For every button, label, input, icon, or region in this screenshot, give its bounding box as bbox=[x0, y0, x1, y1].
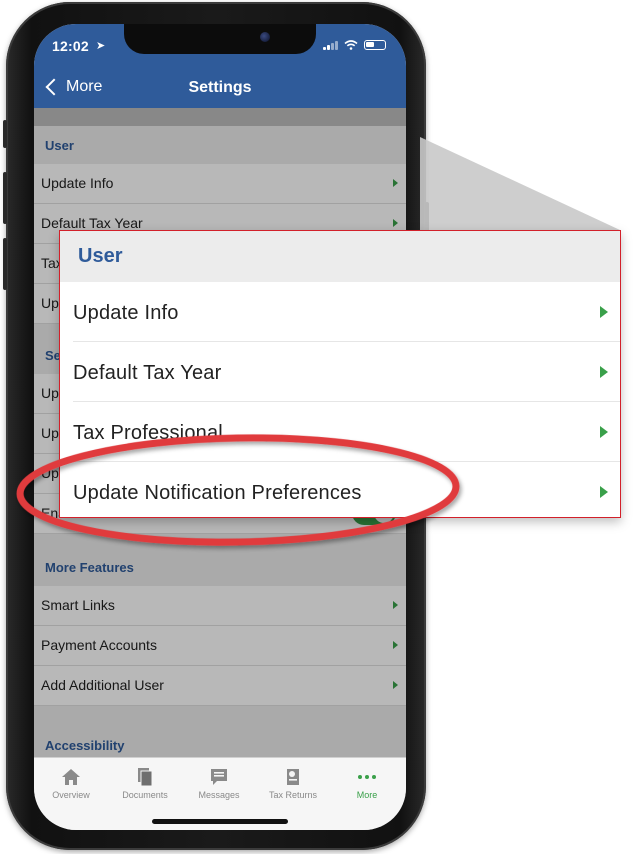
front-camera bbox=[260, 32, 270, 42]
section-header-more-features: More Features bbox=[34, 548, 406, 586]
tab-more[interactable]: More bbox=[330, 766, 404, 800]
volume-up-button bbox=[3, 172, 7, 224]
chevron-right-icon bbox=[393, 681, 398, 689]
messages-icon bbox=[182, 766, 256, 788]
cellular-signal-icon bbox=[323, 41, 338, 50]
tab-label: Tax Returns bbox=[268, 790, 318, 800]
documents-icon bbox=[108, 766, 182, 788]
list-item[interactable]: Payment Accounts bbox=[34, 626, 406, 666]
location-icon: ➤ bbox=[96, 40, 106, 52]
tab-label: Documents bbox=[122, 790, 168, 800]
tab-label: More bbox=[356, 790, 378, 800]
stage: 12:02 ➤ More Settings User Update Info D… bbox=[0, 0, 633, 854]
tab-label: Messages bbox=[198, 790, 240, 800]
chevron-right-icon bbox=[600, 426, 608, 438]
home-icon bbox=[34, 766, 108, 788]
status-icons bbox=[323, 40, 386, 50]
notch bbox=[124, 24, 316, 54]
callout-item-default-tax-year[interactable]: Default Tax Year bbox=[73, 342, 620, 402]
section-header-user: User bbox=[34, 126, 406, 164]
tab-messages[interactable]: Messages bbox=[182, 766, 256, 800]
more-dots-icon bbox=[330, 766, 404, 788]
status-time: 12:02 bbox=[52, 38, 89, 54]
section-gap bbox=[34, 706, 406, 726]
tab-tax-returns[interactable]: Tax Returns bbox=[256, 766, 330, 800]
zoom-callout: User Update Info Default Tax Year Tax Pr… bbox=[59, 230, 621, 518]
wifi-icon bbox=[344, 40, 358, 50]
chevron-right-icon bbox=[393, 179, 398, 187]
callout-section-header: User bbox=[60, 231, 620, 282]
battery-icon bbox=[364, 40, 386, 50]
chevron-right-icon bbox=[600, 366, 608, 378]
tab-overview[interactable]: Overview bbox=[34, 766, 108, 800]
list-item[interactable]: Smart Links bbox=[34, 586, 406, 626]
tax-returns-icon bbox=[256, 766, 330, 788]
tab-documents[interactable]: Documents bbox=[108, 766, 182, 800]
chevron-right-icon bbox=[393, 601, 398, 609]
callout-item-update-info[interactable]: Update Info bbox=[73, 282, 620, 342]
mute-switch bbox=[3, 120, 7, 148]
chevron-right-icon bbox=[600, 486, 608, 498]
tab-label: Overview bbox=[52, 790, 90, 800]
page-title: Settings bbox=[188, 79, 252, 96]
list-item[interactable]: Update Info bbox=[34, 164, 406, 204]
volume-down-button bbox=[3, 238, 7, 290]
tab-bar: Overview Documents Messages Tax Returns … bbox=[34, 757, 406, 830]
chevron-right-icon bbox=[393, 219, 398, 227]
list-item[interactable]: Add Additional User bbox=[34, 666, 406, 706]
home-indicator bbox=[152, 819, 288, 824]
callout-item-update-notification-preferences[interactable]: Update Notification Preferences bbox=[73, 462, 620, 517]
chevron-right-icon bbox=[393, 641, 398, 649]
list-top-gap bbox=[34, 108, 406, 126]
chevron-right-icon bbox=[600, 306, 608, 318]
section-gap bbox=[34, 534, 406, 548]
callout-item-tax-professional[interactable]: Tax Professional bbox=[73, 402, 620, 462]
